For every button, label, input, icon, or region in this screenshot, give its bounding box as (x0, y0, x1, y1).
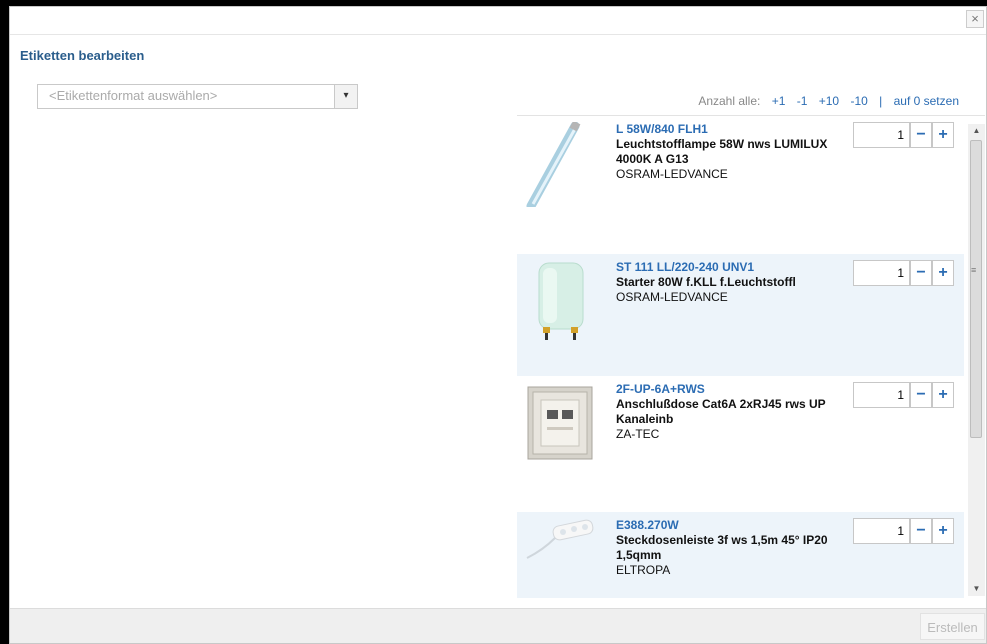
subtract-one-all-link[interactable]: -1 (797, 94, 808, 108)
select-placeholder: <Etikettenformat auswählen> (49, 88, 218, 103)
description-text: Steckdosenleiste 3f ws 1,5m 45° IP20 1,5… (616, 533, 828, 562)
item-manufacturer: ZA-TEC (616, 427, 660, 441)
quantity-stepper: − + (853, 122, 954, 149)
list-item: ST 111 LL/220-240 UNV1 Starter 80W f.KLL… (517, 254, 964, 376)
dialog-footer: Erstellen (10, 608, 986, 643)
dialog-titlebar: × (10, 7, 986, 35)
increase-button[interactable]: + (932, 122, 954, 148)
add-ten-all-link[interactable]: +10 (819, 94, 839, 108)
chevron-down-icon[interactable]: ▾ (334, 85, 357, 108)
increase-button[interactable]: + (932, 518, 954, 544)
item-description: Starter 80W f.KLL f.Leuchtstoffl OSRAM-L… (616, 275, 852, 305)
item-manufacturer: OSRAM-LEDVANCE (616, 290, 728, 304)
item-description: Leuchtstofflampe 58W nws LUMILUX 4000K A… (616, 137, 852, 182)
item-manufacturer: OSRAM-LEDVANCE (616, 167, 728, 181)
link-separator: | (879, 94, 883, 108)
quantity-input[interactable] (853, 122, 910, 148)
scroll-grip-icon: ≡ (971, 265, 977, 275)
starter-icon (538, 262, 584, 340)
close-icon[interactable]: × (966, 10, 984, 28)
list-item: E388.270W Steckdosenleiste 3f ws 1,5m 45… (517, 512, 964, 598)
network-socket-icon (527, 386, 593, 460)
list-item: L 58W/840 FLH1 Leuchtstofflampe 58W nws … (517, 116, 964, 238)
increase-button[interactable]: + (932, 382, 954, 408)
scrollbar-thumb[interactable] (970, 140, 982, 438)
description-text: Anschlußdose Cat6A 2xRJ45 rws UP Kanalei… (616, 397, 826, 426)
scroll-down-icon[interactable]: ▼ (968, 582, 985, 596)
item-code: ST 111 LL/220-240 UNV1 (616, 260, 755, 274)
power-strip-icon (526, 519, 594, 559)
decrease-button[interactable]: − (910, 122, 932, 148)
decrease-button[interactable]: − (910, 260, 932, 286)
decrease-button[interactable]: − (910, 518, 932, 544)
item-description: Steckdosenleiste 3f ws 1,5m 45° IP20 1,5… (616, 533, 852, 578)
item-code: L 58W/840 FLH1 (616, 122, 708, 136)
quantity-stepper: − + (853, 260, 954, 287)
quantity-input[interactable] (853, 518, 910, 544)
list-item: 2F-UP-6A+RWS Anschlußdose Cat6A 2xRJ45 r… (517, 376, 964, 498)
fluorescent-tube-icon (526, 122, 581, 207)
quantity-all-controls: Anzahl alle: +1 -1 +10 -10 | auf 0 setze… (698, 94, 959, 108)
description-text: Leuchtstofflampe 58W nws LUMILUX 4000K A… (616, 137, 828, 166)
item-list[interactable]: L 58W/840 FLH1 Leuchtstofflampe 58W nws … (517, 115, 985, 598)
list-scrollbar[interactable]: ▲ ≡ ▼ (968, 124, 985, 596)
quantity-input[interactable] (853, 260, 910, 286)
subtract-ten-all-link[interactable]: -10 (850, 94, 867, 108)
item-manufacturer: ELTROPA (616, 563, 671, 577)
dialog-title: Etiketten bearbeiten (20, 48, 145, 63)
quantity-input[interactable] (853, 382, 910, 408)
quantity-stepper: − + (853, 382, 954, 409)
add-one-all-link[interactable]: +1 (772, 94, 786, 108)
item-code: 2F-UP-6A+RWS (616, 382, 705, 396)
reset-all-link[interactable]: auf 0 setzen (894, 94, 959, 108)
decrease-button[interactable]: − (910, 382, 932, 408)
description-text: Starter 80W f.KLL f.Leuchtstoffl (616, 275, 796, 289)
quantity-stepper: − + (853, 518, 954, 545)
create-button[interactable]: Erstellen (920, 613, 985, 640)
label-dialog: × Etiketten bearbeiten <Etikettenformat … (9, 6, 987, 644)
item-description: Anschlußdose Cat6A 2xRJ45 rws UP Kanalei… (616, 397, 852, 442)
increase-button[interactable]: + (932, 260, 954, 286)
item-code: E388.270W (616, 518, 679, 532)
label-format-select[interactable]: <Etikettenformat auswählen> ▾ (37, 84, 358, 109)
quantity-all-label: Anzahl alle: (698, 94, 761, 108)
scroll-up-icon[interactable]: ▲ (968, 124, 985, 138)
